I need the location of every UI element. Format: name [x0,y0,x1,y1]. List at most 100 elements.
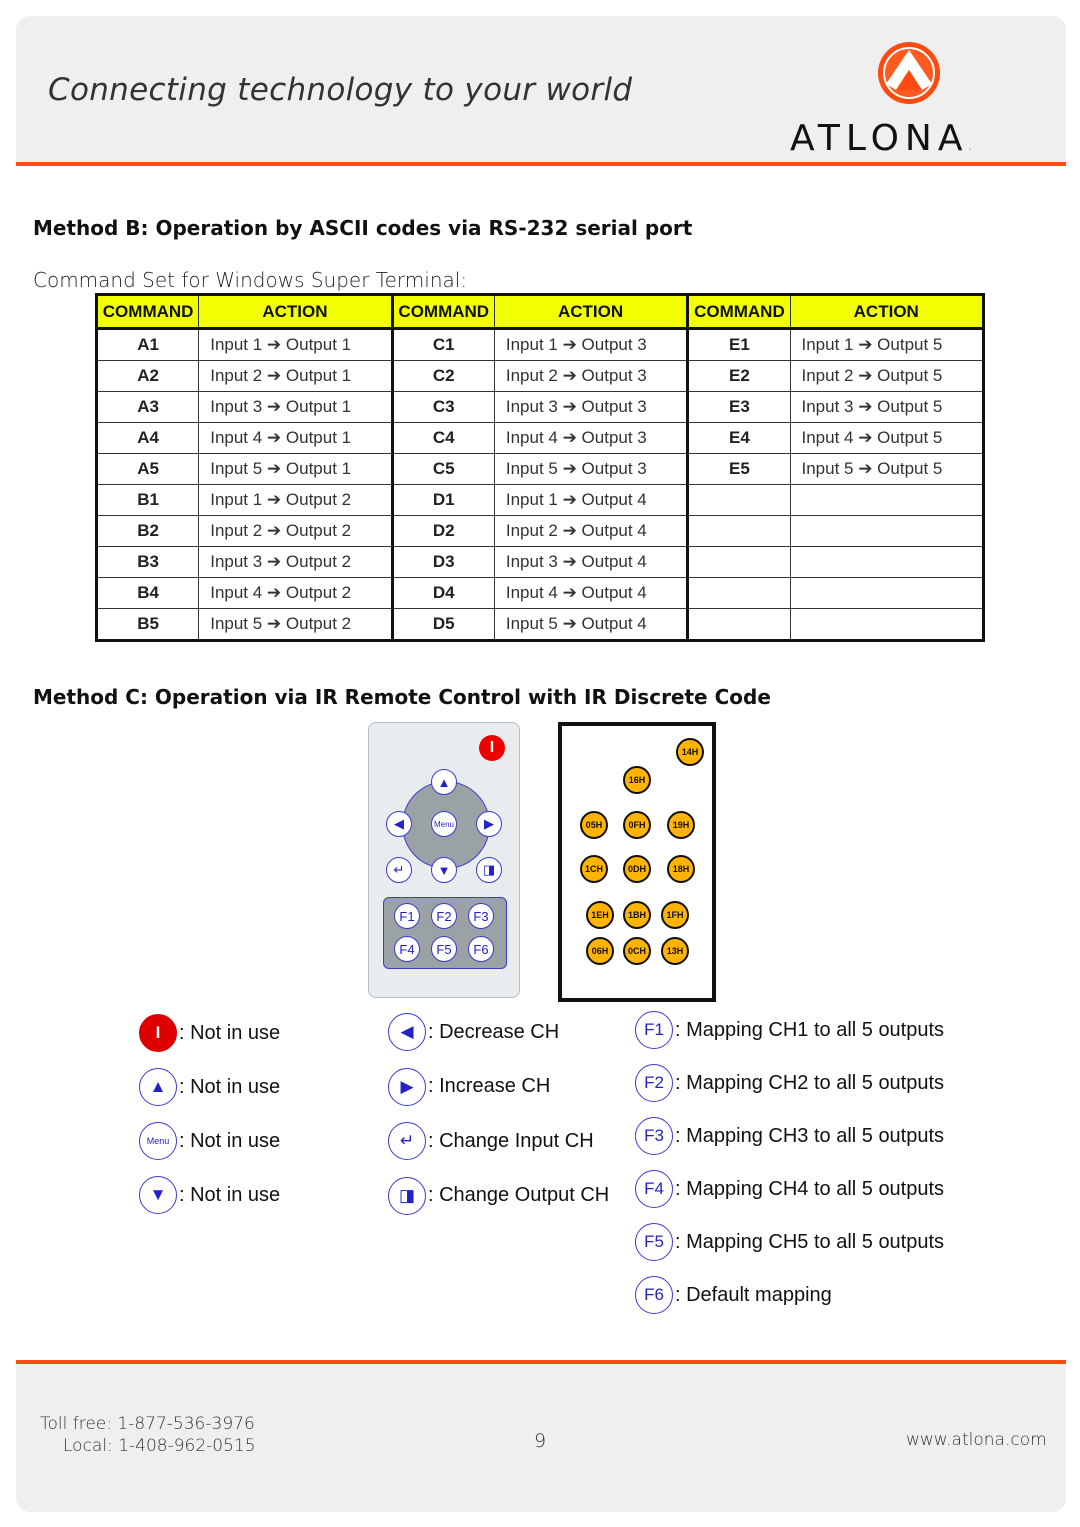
command-cell: C4 [390,422,495,454]
f2-icon: F2 [635,1064,673,1102]
power-icon: I [139,1014,177,1052]
legend-item: F4: Mapping CH4 to all 5 outputs [635,1170,944,1208]
table-row: A3 Input 3 ➔ Output 1 C3 Input 3 ➔ Output 3… [95,391,984,423]
header-action: ACTION [198,294,393,330]
action-cell [789,608,984,641]
ir-code-button: 0FH [623,811,651,839]
tagline: Connecting technology to your world [48,72,633,108]
legend-label: : Not in use [179,1129,281,1152]
ir-code-button: 18H [667,855,695,883]
command-cell: A3 [95,391,200,423]
table-row: A1 Input 1 ➔ Output 1 C1 Input 1 ➔ Output 3… [95,328,984,361]
ir-code-button: 06H [586,937,614,965]
action-cell [789,515,984,547]
atlona-wordmark: ATLONA. [790,118,972,159]
action-cell: Input 1 ➔ Output 5 [789,328,984,361]
menu-icon: Menu [139,1122,177,1160]
up-button: ▲ [431,769,457,795]
table-row: B1 Input 1 ➔ Output 2 D1 Input 1 ➔ Output 4 [95,484,984,516]
header-command: COMMAND [95,294,200,330]
legend-label: : Mapping CH3 to all 5 outputs [675,1124,945,1147]
legend-label: : Change Input CH [428,1129,594,1152]
action-cell: Input 5 ➔ Output 5 [789,453,984,485]
table-header-row: COMMAND ACTION COMMAND ACTION COMMAND AC… [95,294,984,330]
command-cell: E2 [686,360,791,392]
output-button: ◨ [476,857,502,883]
command-cell: E4 [686,422,791,454]
action-cell: Input 3 ➔ Output 4 [493,546,689,578]
legend-item: F5: Mapping CH5 to all 5 outputs [635,1223,944,1261]
legend-item: I: Not in use [139,1014,280,1052]
enter-button: ↵ [386,857,412,883]
table-row: A2 Input 2 ➔ Output 1 C2 Input 2 ➔ Output 3… [95,360,984,392]
method-c-title: Method C: Operation via IR Remote Contro… [33,685,771,709]
legend-item: ▼: Not in use [139,1176,280,1214]
command-cell: E3 [686,391,791,423]
ir-code-button: 1EH [586,901,614,929]
legend-label: : Mapping CH5 to all 5 outputs [675,1230,945,1253]
legend-label: : Increase CH [428,1075,551,1097]
f6-button: F6 [468,936,494,962]
ir-code-button: 0CH [623,937,651,965]
brand-suffix: . [968,142,972,153]
command-cell: A1 [95,328,200,361]
command-cell: A2 [95,360,200,392]
menu-button: Menu [431,811,457,837]
command-cell: D5 [390,608,495,641]
local-number: Local: 1-408-962-0515 [63,1436,256,1456]
legend-item: F6: Default mapping [635,1276,832,1314]
action-cell: Input 3 ➔ Output 5 [789,391,984,423]
command-cell: B2 [95,515,200,547]
header-command: COMMAND [390,294,495,330]
command-cell: B1 [95,484,200,516]
output-icon: ◨ [388,1176,426,1215]
brand-name: ATLONA [790,118,969,159]
action-cell: Input 1 ➔ Output 4 [493,484,689,516]
action-cell [789,546,984,578]
legend-item: F3: Mapping CH3 to all 5 outputs [635,1117,944,1155]
down-arrow-icon: ▼ [139,1176,177,1214]
f1-button: F1 [394,903,420,929]
command-cell: C2 [390,360,495,392]
legend-item: ▲: Not in use [139,1068,280,1106]
table-row: B5 Input 5 ➔ Output 2 D5 Input 5 ➔ Output 4 [95,608,984,641]
header-command: COMMAND [686,294,791,330]
action-cell: Input 3 ➔ Output 3 [493,391,689,423]
action-cell: Input 1 ➔ Output 3 [493,328,689,361]
legend-label: : Not in use [179,1183,281,1206]
action-cell: Input 1 ➔ Output 1 [198,328,393,361]
command-cell: B3 [95,546,200,578]
ir-code-button: 0DH [623,855,651,883]
command-cell: D1 [390,484,495,516]
f5-icon: F5 [635,1223,673,1261]
legend-item: ↵: Change Input CH [388,1122,594,1160]
header-divider [16,162,1066,166]
command-cell: B5 [95,608,200,641]
f6-icon: F6 [635,1276,673,1314]
command-cell: C3 [390,391,495,423]
f1-icon: F1 [635,1011,673,1049]
action-cell: Input 2 ➔ Output 1 [198,360,393,392]
action-cell: Input 5 ➔ Output 3 [493,453,689,485]
f3-icon: F3 [635,1117,673,1155]
legend-label: : Change Output CH [428,1184,610,1206]
command-cell [686,546,791,578]
f5-button: F5 [431,936,457,962]
right-button: ▶ [476,811,502,837]
ir-code-button: 14H [676,738,704,766]
legend-item: ▶: Increase CH [388,1067,551,1106]
left-arrow-icon: ◀ [388,1013,426,1051]
ir-code-button: 19H [667,811,695,839]
action-cell: Input 4 ➔ Output 5 [789,422,984,454]
action-cell: Input 5 ➔ Output 2 [198,608,393,641]
table-row: A4 Input 4 ➔ Output 1 C4 Input 4 ➔ Output 3… [95,422,984,454]
left-button: ◀ [386,811,412,837]
action-cell: Input 2 ➔ Output 2 [198,515,393,547]
ir-code-button: 16H [623,766,651,794]
f4-button: F4 [394,936,420,962]
command-cell: C1 [390,328,495,361]
website-link[interactable]: www.atlona.com [906,1430,1047,1450]
action-cell: Input 5 ➔ Output 4 [493,608,689,641]
command-cell: A4 [95,422,200,454]
enter-icon: ↵ [388,1122,426,1160]
